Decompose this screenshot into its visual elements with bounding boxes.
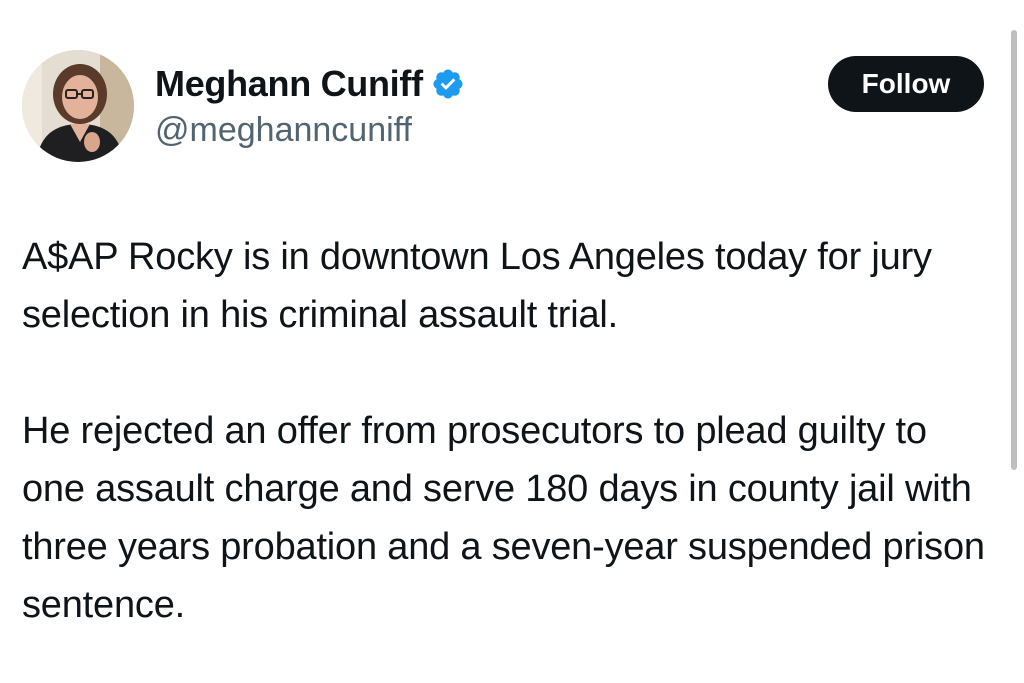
follow-button[interactable]: Follow [828,56,984,112]
author-name-row: Meghann Cuniff [155,62,465,106]
tweet-card: Meghann Cuniff @meghanncuniff Follow A$A… [0,0,1024,683]
profile-photo-icon [22,50,134,162]
author-display-name[interactable]: Meghann Cuniff [155,63,423,105]
tweet-paragraph: He rejected an offer from prosecutors to… [22,410,985,626]
verified-badge-icon[interactable] [431,67,465,101]
scrollbar[interactable] [1011,30,1017,470]
tweet-text: A$AP Rocky is in downtown Los Angeles to… [22,228,997,634]
author-handle[interactable]: @meghanncuniff [155,111,412,150]
avatar[interactable] [22,50,134,162]
tweet-paragraph: A$AP Rocky is in downtown Los Angeles to… [22,236,932,336]
